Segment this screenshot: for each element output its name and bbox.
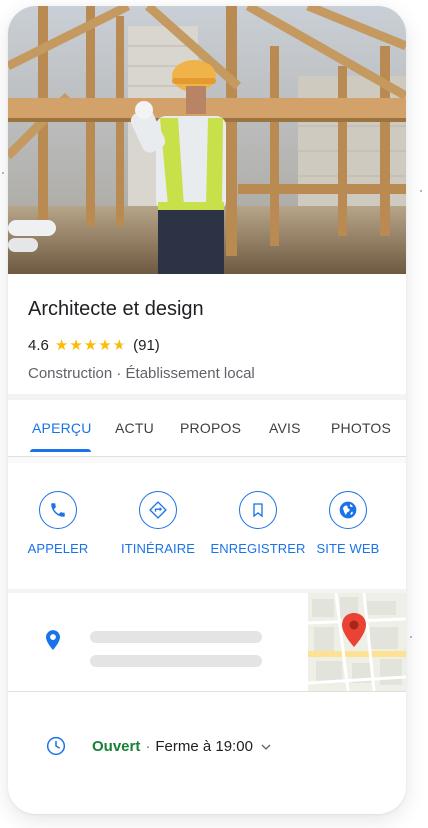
clock-icon: [46, 736, 66, 761]
tab-photos[interactable]: PHOTOS: [331, 420, 391, 436]
business-photo[interactable]: [8, 6, 406, 274]
decorative-dot: [2, 172, 4, 174]
tab-avis[interactable]: AVIS: [269, 420, 301, 436]
business-name: Architecte et design: [28, 298, 204, 320]
tab-actu[interactable]: ACTU: [115, 420, 154, 436]
save-button[interactable]: ENREGISTRER: [208, 491, 308, 556]
directions-label: ITINÉRAIRE: [121, 541, 195, 556]
action-bar: APPELER ITINÉRAIRE ENREGISTRER SITE WEB: [8, 463, 406, 589]
address-placeholder-line: [90, 631, 262, 643]
rating-value: 4.6: [28, 336, 49, 354]
call-button[interactable]: APPELER: [8, 491, 108, 556]
star-icon: ★: [98, 337, 113, 354]
website-button[interactable]: SITE WEB: [298, 491, 398, 556]
hours-separator: ·: [145, 738, 151, 755]
decorative-dot: [410, 636, 412, 638]
star-icon: ★: [54, 337, 70, 354]
closing-time: Ferme à 19:00: [155, 738, 253, 755]
half-star-icon: ★: [112, 337, 128, 354]
tab-propos[interactable]: PROPOS: [180, 420, 241, 436]
business-category: Construction · Établissement local: [28, 365, 255, 382]
hours-summary[interactable]: Ouvert · Ferme à 19:00: [92, 738, 271, 755]
bookmark-icon: [239, 491, 277, 529]
star-icon: ★: [83, 337, 99, 354]
website-label: SITE WEB: [316, 541, 380, 556]
location-pin-icon: [46, 630, 60, 655]
review-count[interactable]: (91): [133, 337, 160, 354]
chevron-down-icon[interactable]: [261, 738, 271, 755]
hours-row[interactable]: Ouvert · Ferme à 19:00: [8, 692, 406, 812]
open-status: Ouvert: [92, 738, 141, 755]
address-row[interactable]: [8, 593, 406, 692]
tab-apercu[interactable]: APERÇU: [32, 420, 92, 436]
tab-bar: APERÇU ACTU PROPOS AVIS PHOTOS: [8, 400, 406, 457]
business-info: Architecte et design 4.6 ★★★★★ (91) Cons…: [8, 274, 406, 394]
map-thumbnail[interactable]: [308, 593, 406, 691]
globe-icon: [329, 491, 367, 529]
rating-row[interactable]: 4.6 ★★★★★ (91): [28, 336, 160, 355]
star-icon: ★: [69, 337, 84, 354]
star-rating: ★★★★★: [55, 336, 127, 354]
directions-icon: [139, 491, 177, 529]
call-label: APPELER: [27, 541, 89, 556]
directions-button[interactable]: ITINÉRAIRE: [108, 491, 208, 556]
phone-frame: Architecte et design 4.6 ★★★★★ (91) Cons…: [8, 6, 406, 814]
address-placeholder-line: [90, 655, 262, 667]
save-label: ENREGISTRER: [210, 541, 306, 556]
decorative-dot: [420, 190, 422, 192]
active-tab-indicator: [30, 449, 91, 452]
phone-icon: [39, 491, 77, 529]
